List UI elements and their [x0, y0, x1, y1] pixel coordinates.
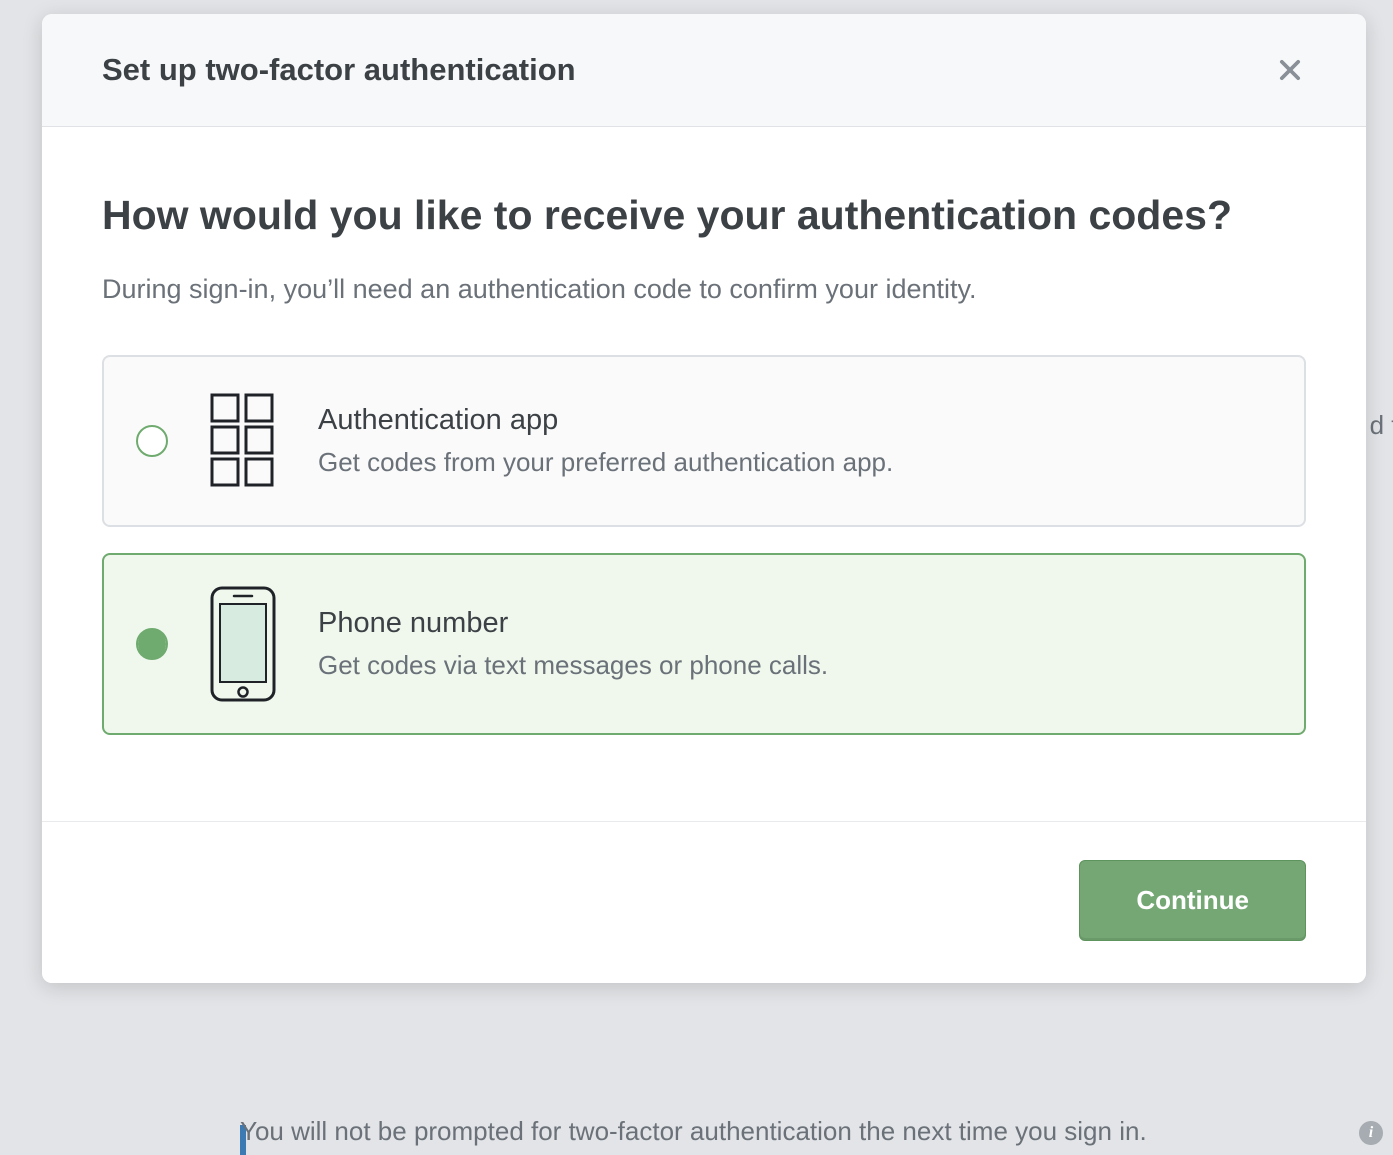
close-icon[interactable]: [1274, 54, 1306, 86]
option-title: Phone number: [318, 607, 1272, 640]
backdrop-2fa-note: You will not be prompted for two-factor …: [240, 1116, 1147, 1147]
option-text-block: Phone number Get codes via text messages…: [318, 607, 1272, 681]
option-desc: Get codes from your preferred authentica…: [318, 447, 1272, 478]
modal-body: How would you like to receive your authe…: [42, 127, 1366, 821]
question-heading: How would you like to receive your authe…: [102, 189, 1306, 242]
radio-selected[interactable]: [136, 628, 168, 660]
continue-button[interactable]: Continue: [1079, 860, 1306, 941]
option-text-block: Authentication app Get codes from your p…: [318, 404, 1272, 478]
option-phone-number[interactable]: Phone number Get codes via text messages…: [102, 553, 1306, 735]
info-icon[interactable]: i: [1359, 1121, 1383, 1145]
modal-footer: Continue: [42, 821, 1366, 983]
question-subtext: During sign-in, you’ll need an authentic…: [102, 274, 1306, 305]
radio-unselected[interactable]: [136, 425, 168, 457]
modal-title: Set up two-factor authentication: [102, 52, 576, 88]
option-desc: Get codes via text messages or phone cal…: [318, 650, 1272, 681]
option-authentication-app[interactable]: Authentication app Get codes from your p…: [102, 355, 1306, 527]
authenticator-grid-icon: [204, 391, 282, 491]
phone-icon: [204, 589, 282, 699]
two-factor-setup-modal: Set up two-factor authentication How wou…: [42, 14, 1366, 983]
modal-header: Set up two-factor authentication: [42, 14, 1366, 127]
backdrop-text-fragment: d to: [1370, 410, 1393, 441]
option-title: Authentication app: [318, 404, 1272, 437]
